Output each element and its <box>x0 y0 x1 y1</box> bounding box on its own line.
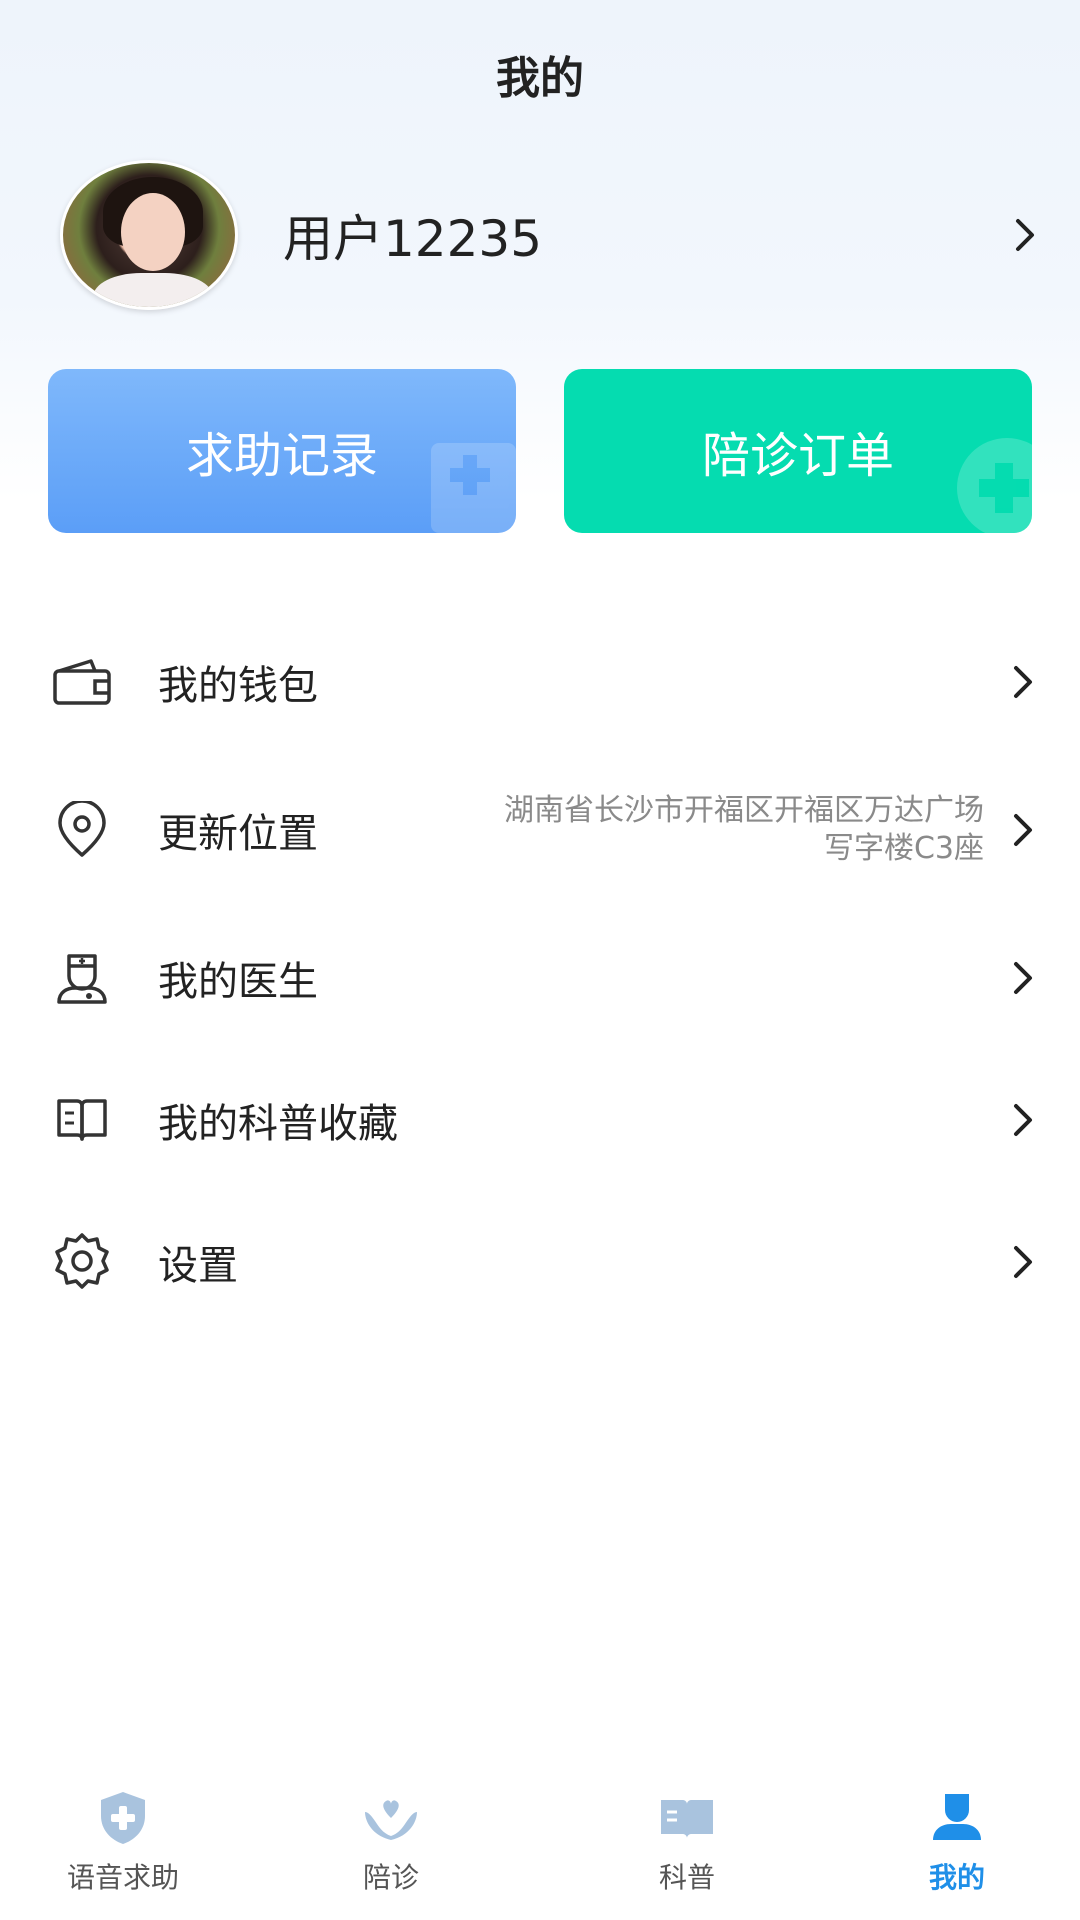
location-pin-icon <box>48 796 116 864</box>
tab-voice-help[interactable]: 语音求助 <box>38 1775 208 1915</box>
menu-item-doctor[interactable]: 我的医生 <box>48 904 1038 1052</box>
chevron-right-icon[interactable] <box>1010 215 1040 255</box>
menu-item-location[interactable]: 更新位置 湖南省长沙市开福区开福区万达广场 写字楼C3座 <box>48 756 1038 904</box>
location-line1: 湖南省长沙市开福区开福区万达广场 <box>504 793 984 828</box>
chevron-right-icon <box>1008 1242 1038 1282</box>
help-records-label: 求助记录 <box>185 428 378 484</box>
menu-item-wallet[interactable]: 我的钱包 <box>48 608 1038 756</box>
menu-item-settings[interactable]: 设置 <box>48 1188 1038 1336</box>
tab-label-escort: 陪诊 <box>362 1861 419 1894</box>
tab-label-science: 科普 <box>658 1861 715 1894</box>
tab-science[interactable]: 科普 <box>602 1775 772 1915</box>
book-icon <box>48 1086 116 1154</box>
menu-list: 我的钱包 更新位置 湖南省长沙市开福区开福区万达广场 写字楼C3座 我的医生 我… <box>48 608 1038 1336</box>
medical-plus-icon <box>431 443 516 533</box>
menu-label-wallet: 我的钱包 <box>158 663 318 709</box>
menu-label-doctor: 我的医生 <box>158 959 318 1005</box>
page-title: 我的 <box>496 53 584 104</box>
user-icon <box>933 1794 981 1840</box>
avatar-face <box>121 193 185 271</box>
chevron-right-icon <box>1008 810 1038 850</box>
bottom-tab-bar: 语音求助 陪诊 科普 我的 <box>0 1775 1080 1920</box>
avatar-shirt <box>93 273 213 307</box>
gear-icon <box>48 1228 116 1296</box>
menu-item-favorites[interactable]: 我的科普收藏 <box>48 1052 1038 1188</box>
wallet-icon <box>48 648 116 716</box>
menu-label-settings: 设置 <box>158 1243 238 1289</box>
tab-escort[interactable]: 陪诊 <box>306 1775 476 1915</box>
help-records-button[interactable]: 求助记录 <box>48 369 516 533</box>
hands-heart-icon <box>365 1800 417 1840</box>
doctor-icon <box>48 944 116 1012</box>
username: 用户12235 <box>283 210 543 268</box>
chevron-right-icon <box>1008 662 1038 702</box>
location-value: 湖南省长沙市开福区开福区万达广场 写字楼C3座 <box>318 792 1008 868</box>
shield-plus-icon <box>101 1792 145 1844</box>
tab-mine[interactable]: 我的 <box>872 1775 1042 1915</box>
chevron-right-icon <box>1008 958 1038 998</box>
avatar[interactable] <box>60 160 238 310</box>
menu-label-favorites: 我的科普收藏 <box>158 1101 398 1147</box>
tab-label-voice-help: 语音求助 <box>66 1861 179 1894</box>
profile-row[interactable]: 用户12235 <box>60 160 1040 310</box>
location-line2: 写字楼C3座 <box>823 831 984 866</box>
chevron-right-icon <box>1008 1100 1038 1140</box>
escort-orders-button[interactable]: 陪诊订单 <box>564 369 1032 533</box>
tab-label-mine: 我的 <box>928 1861 985 1894</box>
menu-label-location: 更新位置 <box>158 811 318 857</box>
escort-orders-label: 陪诊订单 <box>701 428 894 484</box>
book-open-icon <box>661 1800 713 1838</box>
medical-plus-icon <box>957 438 1032 533</box>
